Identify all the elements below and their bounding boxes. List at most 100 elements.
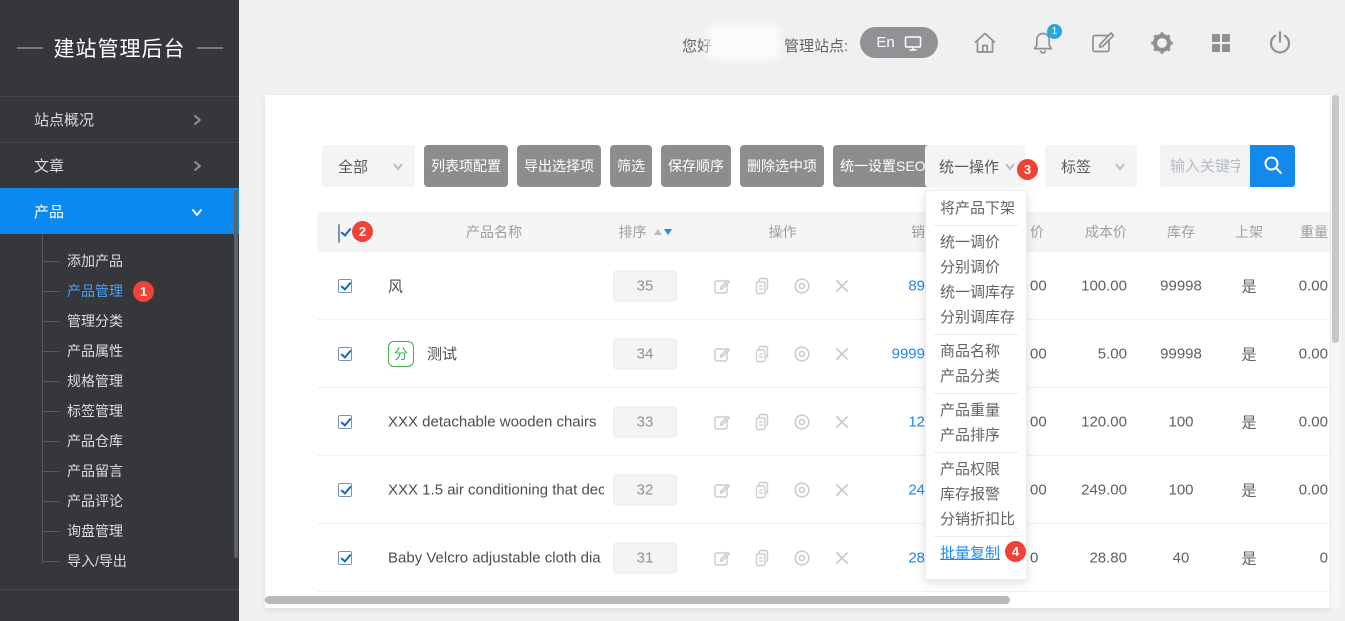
toolbar-button[interactable]: 统一设置SEO <box>833 145 933 187</box>
sales-count-link[interactable]: 24 <box>820 481 925 498</box>
sidebar-subitem-label: 产品属性 <box>67 341 123 361</box>
category-filter-dropdown[interactable]: 全部 <box>322 145 415 187</box>
menu-item[interactable]: 将产品下架 <box>926 196 1026 221</box>
vertical-scrollbar-thumb[interactable] <box>1332 95 1339 343</box>
select-all-checkbox[interactable] <box>338 224 340 243</box>
view-icon[interactable] <box>792 480 812 500</box>
edit-icon[interactable] <box>712 344 732 364</box>
menu-item[interactable]: 统一调价 <box>926 230 1026 255</box>
sidebar-subitem[interactable]: 添加产品 <box>0 246 239 276</box>
sidebar-subitem[interactable]: 产品仓库 <box>0 426 239 456</box>
sidebar-item[interactable]: 产品 <box>0 188 239 234</box>
sidebar-subitem[interactable]: 导入/导出 <box>0 546 239 576</box>
row-checkbox[interactable] <box>338 483 352 497</box>
language-site-switcher[interactable]: En <box>860 27 938 58</box>
toolbar-button[interactable]: 保存顺序 <box>661 145 731 187</box>
settings-gear-icon[interactable] <box>1148 29 1176 57</box>
sales-count-link[interactable]: 28 <box>820 549 925 566</box>
compose-edit-icon[interactable] <box>1089 29 1117 57</box>
edit-icon[interactable] <box>712 412 732 432</box>
search-button[interactable] <box>1250 145 1295 187</box>
sort-order-input[interactable]: 34 <box>613 338 677 369</box>
logout-power-icon[interactable] <box>1266 29 1294 57</box>
chevron-right-icon <box>191 114 203 126</box>
home-icon[interactable] <box>971 29 999 57</box>
view-icon[interactable] <box>792 344 812 364</box>
row-checkbox[interactable] <box>338 415 352 429</box>
sidebar-item[interactable]: 文章 <box>0 142 239 188</box>
sidebar-menu: 站点概况文章产品 <box>0 96 239 234</box>
table-header: 2 产品名称 排序 操作 销 价 成本价 库存 上架 重量 <box>317 212 1330 252</box>
cost-price-value: 28.80 <box>1037 549 1127 566</box>
view-icon[interactable] <box>792 412 812 432</box>
view-icon[interactable] <box>792 276 812 296</box>
column-header-sales: 销 <box>820 222 925 242</box>
batch-operation-menu: 将产品下架统一调价分别调价统一调库存分别调库存商品名称产品分类产品重量产品排序产… <box>925 190 1027 580</box>
sidebar-subitem[interactable]: 产品留言 <box>0 456 239 486</box>
weight-value: 0.00 <box>1258 345 1328 362</box>
toolbar-button[interactable]: 导出选择项 <box>517 145 601 187</box>
edit-icon[interactable] <box>712 276 732 296</box>
batch-operation-dropdown[interactable]: 统一操作 <box>925 145 1025 187</box>
sidebar-item[interactable]: 站点概况 <box>0 96 239 142</box>
tag-filter-dropdown[interactable]: 标签 <box>1045 145 1137 187</box>
sidebar-divider <box>0 589 239 610</box>
sort-order-input[interactable]: 31 <box>613 542 677 573</box>
menu-item[interactable]: 产品重量 <box>926 398 1026 423</box>
vertical-scrollbar-track[interactable] <box>1331 95 1340 608</box>
sidebar-subitem[interactable]: 产品管理1 <box>0 276 239 306</box>
monitor-icon <box>904 34 922 52</box>
chevron-down-icon <box>1004 160 1016 172</box>
greeting-label: 您好 <box>682 35 712 56</box>
table-body: 风358900100.0099998是0.00分测试349999005.0099… <box>317 252 1330 592</box>
apps-grid-icon[interactable] <box>1207 29 1235 57</box>
menu-item[interactable]: 产品权限 <box>926 457 1026 482</box>
sidebar-subitem[interactable]: 标签管理 <box>0 396 239 426</box>
sort-order-input[interactable]: 33 <box>613 406 677 437</box>
copy-icon[interactable] <box>752 412 772 432</box>
copy-icon[interactable] <box>752 344 772 364</box>
batch-operation-label: 统一操作 <box>939 156 999 177</box>
sidebar-subitem[interactable]: 询盘管理 <box>0 516 239 546</box>
sidebar-subitem[interactable]: 产品属性 <box>0 336 239 366</box>
table-row: 分测试349999005.0099998是0.00 <box>317 320 1330 388</box>
menu-item[interactable]: 商品名称 <box>926 339 1026 364</box>
toolbar-button[interactable]: 删除选中项 <box>740 145 824 187</box>
sidebar-scrollbar[interactable] <box>234 190 238 558</box>
sales-count-link[interactable]: 12 <box>820 413 925 430</box>
sales-count-link[interactable]: 9999 <box>820 345 925 362</box>
menu-item[interactable]: 分销折扣比 <box>926 507 1026 532</box>
menu-item[interactable]: 分别调库存 <box>926 305 1026 330</box>
row-checkbox[interactable] <box>338 279 352 293</box>
horizontal-scrollbar[interactable] <box>265 596 1010 604</box>
toolbar-button[interactable]: 列表项配置 <box>424 145 508 187</box>
sort-order-input[interactable]: 32 <box>613 474 677 505</box>
row-checkbox[interactable] <box>338 347 352 361</box>
menu-item[interactable]: 统一调库存 <box>926 280 1026 305</box>
sort-order-input[interactable]: 35 <box>613 270 677 301</box>
sidebar-subitem[interactable]: 产品评论 <box>0 486 239 516</box>
table-row: Baby Velcro adjustable cloth dia3128028.… <box>317 524 1330 592</box>
column-header-stock: 库存 <box>1151 222 1211 242</box>
edit-icon[interactable] <box>712 548 732 568</box>
copy-icon[interactable] <box>752 276 772 296</box>
menu-item[interactable]: 库存报警 <box>926 482 1026 507</box>
toolbar-button[interactable]: 筛选 <box>610 145 652 187</box>
copy-icon[interactable] <box>752 480 772 500</box>
column-header-sort[interactable]: 排序 <box>613 222 677 242</box>
sidebar-subitem[interactable]: 管理分类 <box>0 306 239 336</box>
menu-item[interactable]: 产品分类 <box>926 364 1026 389</box>
sales-count-link[interactable]: 89 <box>820 277 925 294</box>
edit-icon[interactable] <box>712 480 732 500</box>
copy-icon[interactable] <box>752 548 772 568</box>
view-icon[interactable] <box>792 548 812 568</box>
language-label: En <box>876 34 894 51</box>
search-input[interactable] <box>1160 145 1250 187</box>
notifications-bell-icon[interactable]: 1 <box>1029 29 1057 57</box>
sort-desc-icon[interactable] <box>664 229 672 235</box>
menu-item[interactable]: 产品排序 <box>926 423 1026 448</box>
menu-item[interactable]: 分别调价 <box>926 255 1026 280</box>
row-checkbox[interactable] <box>338 551 352 565</box>
sort-asc-icon[interactable] <box>654 229 662 235</box>
sidebar-subitem[interactable]: 规格管理 <box>0 366 239 396</box>
